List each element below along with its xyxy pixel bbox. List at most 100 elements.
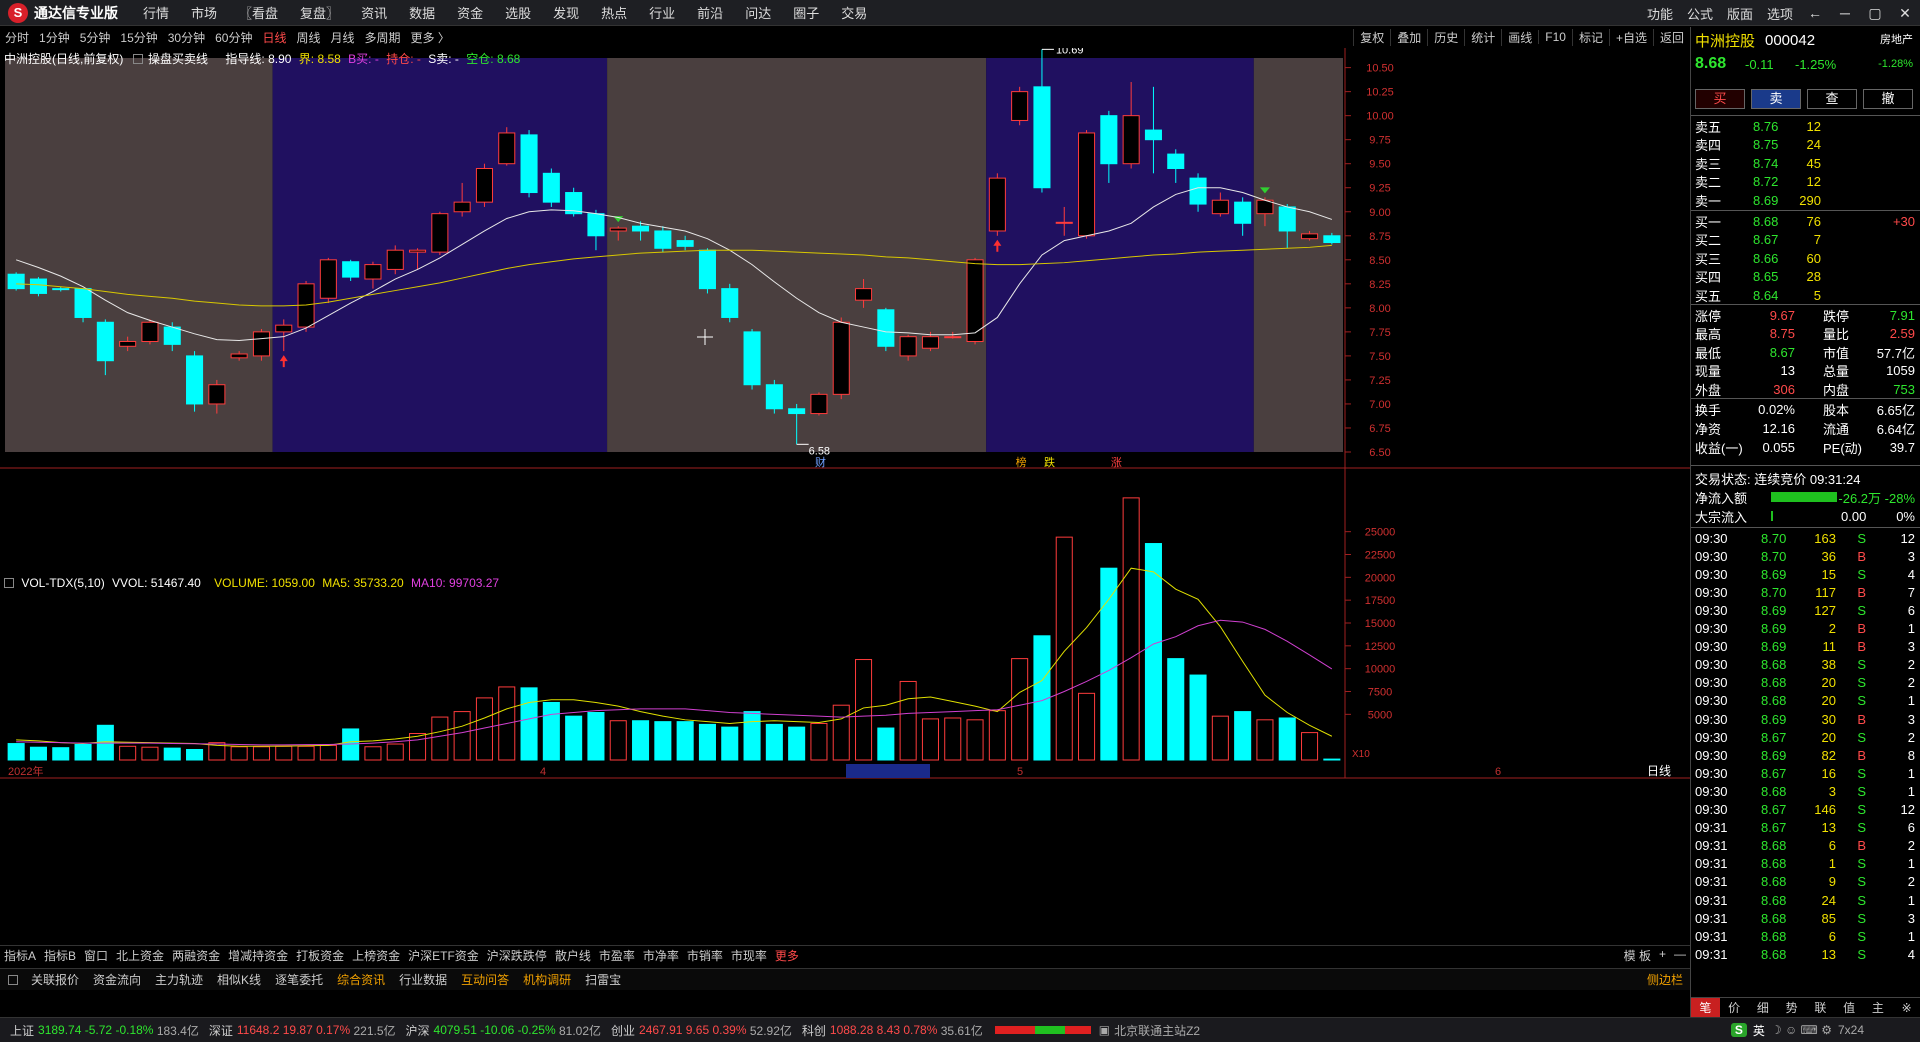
period-60min[interactable]: 60分钟 [210,29,257,46]
menu-item-zijin[interactable]: 资金 [446,3,494,22]
tab-saolei[interactable]: 扫雷宝 [578,971,628,988]
period-more[interactable]: 更多 〉 [406,29,455,46]
add-tab-button[interactable]: + [1655,947,1670,964]
toolbar-lishi-button[interactable]: 历史 [1427,28,1464,46]
side-tab-lian[interactable]: 联 [1806,998,1835,1017]
sell-button[interactable]: 卖 [1751,89,1801,109]
tab-shixian[interactable]: 市现率 [727,947,771,964]
query-button[interactable]: 查 [1807,89,1857,109]
toolbar-biaoji-button[interactable]: 标记 [1571,28,1609,46]
menu-item-hangye[interactable]: 行业 [638,3,686,22]
tab-jigou[interactable]: 机构调研 [516,971,578,988]
sector-name[interactable]: 房地产 [1880,31,1913,47]
toolbar-tongji-button[interactable]: 统计 [1464,28,1501,46]
period-daily[interactable]: 日线 [257,29,291,46]
side-tab-xi[interactable]: 细 [1749,998,1778,1017]
menu-item-zixun[interactable]: 资讯 [350,3,398,22]
tab-zonghe[interactable]: 综合资讯 [330,971,392,988]
tab-zhangdieting[interactable]: 沪深跌跌停 [483,947,551,964]
toolbar-fanhui-button[interactable]: 返回 [1652,28,1690,46]
period-fenshi[interactable]: 分时 [0,29,34,46]
tab-shangbang[interactable]: 上榜资金 [348,947,404,964]
tab-shiying[interactable]: 市盈率 [595,947,639,964]
toolbar-huaxian-button[interactable]: 画线 [1501,28,1538,46]
tab-chuangkou[interactable]: 窗口 [80,947,112,964]
side-tab-zhu[interactable]: 主 [1864,998,1893,1017]
menu-item-redian[interactable]: 热点 [590,3,638,22]
side-tab-shi[interactable]: 势 [1777,998,1806,1017]
tab-daban[interactable]: 打板资金 [292,947,348,964]
cy-label[interactable]: 创业 [611,1022,635,1039]
tab-liangrong[interactable]: 两融资金 [168,947,224,964]
indicator-name[interactable]: 操盘买卖线 [148,52,208,66]
side-tab-zhi[interactable]: 值 [1835,998,1864,1017]
period-multi[interactable]: 多周期 [360,29,406,46]
menu-item-hangqing[interactable]: 行情 [132,3,180,22]
menu-item-quanzi[interactable]: 圈子 [782,3,830,22]
vol-indicator-name[interactable]: VOL-TDX(5,10) [21,576,104,590]
buy-button[interactable]: 买 [1695,89,1745,109]
period-30min[interactable]: 30分钟 [163,29,210,46]
menu-item-banmian[interactable]: 版面 [1720,4,1760,23]
remove-tab-button[interactable]: — [1670,947,1690,964]
minimize-icon[interactable]: ─ [1830,5,1860,21]
menu-item-xuangu[interactable]: 选股 [494,3,542,22]
period-5min[interactable]: 5分钟 [75,29,116,46]
side-tab-bi[interactable]: 笔 [1691,998,1720,1017]
ime-mode[interactable]: 英 [1753,1022,1765,1039]
menu-item-faxian[interactable]: 发现 [542,3,590,22]
tab-hudong[interactable]: 互动问答 [454,971,516,988]
server-name[interactable]: 北京联通主站Z2 [1114,1022,1200,1039]
menu-item-gongneng[interactable]: 功能 [1640,4,1680,23]
side-tab-more[interactable]: ※ [1892,998,1920,1017]
tab-more[interactable]: 更多 [771,947,803,964]
period-1min[interactable]: 1分钟 [34,29,75,46]
toolbar-fuquan-button[interactable]: 复权 [1353,28,1390,46]
kc-label[interactable]: 科创 [802,1022,826,1039]
template-button[interactable]: 模 板 [1620,947,1655,964]
tab-shijing[interactable]: 市净率 [639,947,683,964]
ime-tools-icon[interactable]: ☽ ☺ ⌨ ⚙ [1771,1023,1832,1037]
tab-guanlian[interactable]: 关联报价 [24,971,86,988]
menu-item-kanpan[interactable]: 〖看盘 [228,3,289,22]
toolbar-zixuan-button[interactable]: +自选 [1608,28,1653,46]
tab-zhuli[interactable]: 主力轨迹 [148,971,210,988]
sh-label[interactable]: 上证 [10,1022,34,1039]
tab-zhibiao-a[interactable]: 指标A [0,947,40,964]
menu-item-shuju[interactable]: 数据 [398,3,446,22]
sz-label[interactable]: 深证 [209,1022,233,1039]
toolbar-f10-button[interactable]: F10 [1538,30,1572,44]
cancel-order-button[interactable]: 撤 [1863,89,1913,109]
tab-xiangsi[interactable]: 相似K线 [210,971,268,988]
menu-item-shichang[interactable]: 市场 [180,3,228,22]
menu-item-gongshi[interactable]: 公式 [1680,4,1720,23]
menu-item-jiaoyi[interactable]: 交易 [830,3,878,22]
toolbar-diejia-button[interactable]: 叠加 [1390,28,1427,46]
tab-zengjianchi[interactable]: 增减持资金 [224,947,292,964]
tab-beishang[interactable]: 北上资金 [112,947,168,964]
tab-shixiao[interactable]: 市销率 [683,947,727,964]
hs-label[interactable]: 沪深 [406,1022,430,1039]
indicator-checkbox-icon[interactable] [132,54,143,64]
tab-zhubi[interactable]: 逐笔委托 [268,971,330,988]
menu-item-fupan[interactable]: 复盘〗 [289,3,350,22]
maximize-icon[interactable]: ▢ [1860,5,1890,22]
period-monthly[interactable]: 月线 [326,29,360,46]
tab-sanhuxian[interactable]: 散户线 [551,947,595,964]
tab-zijinliuxiang[interactable]: 资金流向 [86,971,148,988]
tab-etf[interactable]: 沪深ETF资金 [404,947,483,964]
back-arrow-icon[interactable]: ← [1800,5,1830,21]
menu-item-xuanxiang[interactable]: 选项 [1760,4,1800,23]
vol-checkbox-icon[interactable] [4,578,14,588]
period-weekly[interactable]: 周线 [291,29,325,46]
panel-toggle-icon[interactable] [8,974,18,985]
tab-zhibiao-b[interactable]: 指标B [40,947,80,964]
clock-7x24[interactable]: 7x24 [1838,1023,1864,1037]
side-tab-jia[interactable]: 价 [1720,998,1749,1017]
menu-item-wenda[interactable]: 问达 [734,3,782,22]
menu-item-qianyan[interactable]: 前沿 [686,3,734,22]
sidebar-button[interactable]: 侧边栏 [1640,971,1690,988]
period-15min[interactable]: 15分钟 [115,29,162,46]
close-icon[interactable]: ✕ [1890,5,1920,22]
kline-chart[interactable]: 10.696.58财榜跌涨 10.5010.2510.009.759.509.2… [0,48,1690,970]
